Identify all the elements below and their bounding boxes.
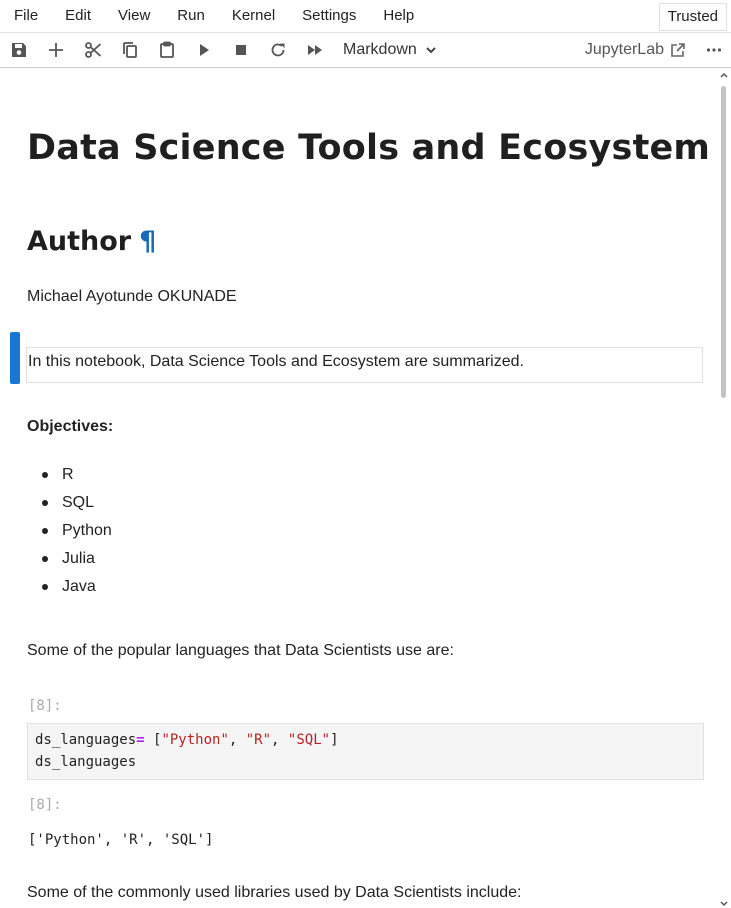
languages-intro: Some of the popular languages that Data … [27,642,454,659]
menu-kernel[interactable]: Kernel [218,0,288,32]
code-string: "SQL" [287,732,331,748]
add-cell-icon [48,43,63,57]
list-item: SQL [27,489,112,517]
save-icon [11,43,26,57]
active-cell-indicator [10,332,20,384]
restart-button[interactable] [259,33,296,67]
intro-text: In this notebook, Data Science Tools and… [28,353,524,370]
copy-icon [122,42,137,58]
paste-button[interactable] [148,33,185,67]
cut-icon [84,42,101,58]
code-line-2: ds_languages [35,754,137,770]
run-icon [199,44,209,56]
code-line-1: ds_languages= ["Python", "R", "SQL"] [35,732,339,748]
scroll-down-icon[interactable] [720,900,728,908]
stop-button[interactable] [222,33,259,67]
author-heading: Author ¶ [27,226,156,257]
run-all-icon [307,45,322,55]
copy-button[interactable] [111,33,148,67]
chevron-down-icon [426,47,436,54]
notebook-title: Data Science Tools and Ecosystem [27,128,711,168]
menu-file[interactable]: File [0,0,51,32]
jupyterlab-label: JupyterLab [584,41,664,58]
save-button[interactable] [0,33,37,67]
list-item: R [27,461,112,489]
code-comma: , [228,732,246,748]
more-options-button[interactable] [700,42,728,58]
anchor-link[interactable]: ¶ [139,226,156,257]
list-item: Python [27,517,112,545]
code-operator: = [136,732,145,748]
open-in-jupyterlab-link[interactable]: JupyterLab [585,41,686,59]
notebook-panel: Data Science Tools and Ecosystem Author ¶… [0,68,731,908]
objectives-label: Objectives: [27,418,114,435]
active-markdown-cell[interactable]: In this notebook, Data Science Tools and… [26,347,703,383]
cell-type-dropdown[interactable]: Markdown [343,41,438,59]
menu-edit[interactable]: Edit [51,0,104,32]
code-bracket-close: ] [330,732,339,748]
code-var: ds_languages [35,732,137,748]
input-prompt: [8]: [28,698,62,714]
cell-type-label: Markdown [343,41,417,58]
menu-run[interactable]: Run [163,0,218,32]
output-prompt: [8]: [28,797,62,813]
list-item: Julia [27,545,112,573]
scroll-up-icon[interactable] [720,71,728,79]
cut-button[interactable] [74,33,111,67]
stop-icon [235,45,246,55]
vertical-scrollbar[interactable] [719,68,729,908]
trusted-indicator[interactable]: Trusted [658,3,727,31]
scrollbar-thumb[interactable] [721,86,726,398]
menu-help[interactable]: Help [369,0,427,32]
ellipsis-icon [706,48,722,52]
code-comma: , [271,732,288,748]
add-cell-button[interactable] [37,33,74,67]
cell-output: ['Python', 'R', 'SQL'] [28,832,214,848]
author-name: Michael Ayotunde OKUNADE [27,288,237,305]
code-string: "R" [245,732,272,748]
code-bracket-open: [ [144,732,162,748]
menu-settings[interactable]: Settings [288,0,369,32]
external-link-icon [671,43,685,57]
paste-icon [159,41,174,58]
list-item: Java [27,573,112,601]
run-all-button[interactable] [296,33,333,67]
notebook-toolbar: Markdown JupyterLab [0,32,731,68]
author-heading-text: Author [27,226,132,257]
code-cell-editor[interactable]: ds_languages= ["Python", "R", "SQL"] ds_… [27,723,704,780]
libraries-intro: Some of the commonly used libraries used… [27,884,522,901]
menu-view[interactable]: View [104,0,163,32]
objectives-list: R SQL Python Julia Java [27,461,112,601]
run-button[interactable] [185,33,222,67]
code-string: "Python" [161,732,229,748]
restart-icon [271,43,284,57]
menu-bar: File Edit View Run Kernel Settings Help … [0,0,731,32]
